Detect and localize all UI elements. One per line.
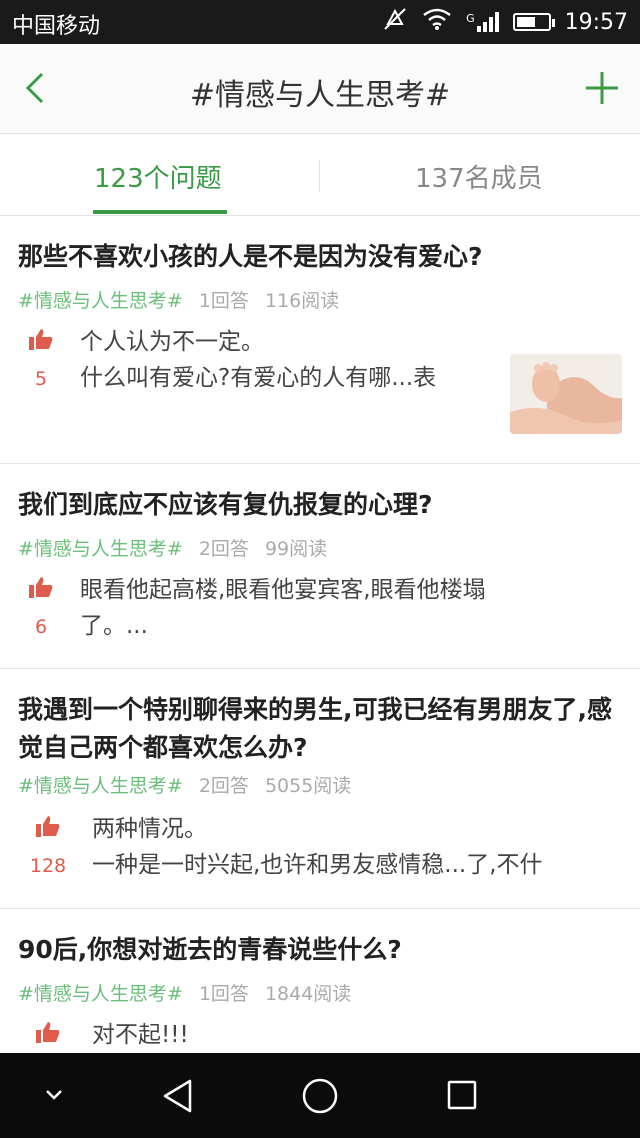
status-bar: 中国移动 G 19:57	[0, 0, 640, 44]
topic-tag[interactable]: #情感与人生思考#	[18, 538, 183, 560]
question-meta: #情感与人生思考# 1回答 116阅读	[18, 286, 355, 313]
plus-icon[interactable]	[582, 68, 622, 108]
answer-line[interactable]: 了。...	[80, 608, 620, 644]
read-count: 1844阅读	[264, 983, 352, 1005]
back-triangle-icon[interactable]	[160, 1077, 196, 1115]
thumbs-up-icon[interactable]	[36, 1021, 60, 1043]
mute-icon	[382, 6, 408, 38]
question-card[interactable]: 90后,你想对逝去的青春说些什么? #情感与人生思考# 1回答 1844阅读 对不起…	[0, 909, 640, 1053]
page-title: #情感与人生思考#	[189, 78, 451, 113]
status-icons: G 19:57	[382, 6, 628, 38]
topic-tag[interactable]: #情感与人生思考#	[18, 775, 183, 797]
clock: 19:57	[564, 9, 628, 35]
question-card[interactable]: 我们到底应不应该有复仇报复的心理? #情感与人生思考# 2回答 99阅读 6 眼看他…	[0, 464, 640, 669]
question-title[interactable]: 我们到底应不应该有复仇报复的心理?	[18, 486, 622, 524]
question-feed[interactable]: 那些不喜欢小孩的人是不是因为没有爱心? #情感与人生思考# 1回答 116阅读 5 …	[0, 216, 640, 1053]
tab-bar: 123个问题 137名成员	[0, 136, 640, 216]
question-meta: #情感与人生思考# 2回答 99阅读	[18, 534, 343, 561]
topic-tag[interactable]: #情感与人生思考#	[18, 290, 183, 312]
down-chevron-icon[interactable]	[42, 1085, 66, 1105]
network-badge: G	[466, 12, 475, 25]
read-count: 99阅读	[264, 538, 328, 560]
carrier-label: 中国移动	[12, 14, 101, 39]
read-count: 5055阅读	[264, 775, 352, 797]
answer-line[interactable]: 眼看他起高楼,眼看他宴宾客,眼看他楼塌	[80, 572, 620, 608]
tab-questions[interactable]: 123个问题	[94, 158, 222, 195]
signal-icon: G	[466, 12, 499, 32]
answer-line[interactable]: 两种情况。	[92, 811, 620, 847]
question-meta: #情感与人生思考# 1回答 1844阅读	[18, 979, 367, 1006]
like-count: 128	[29, 855, 67, 877]
wifi-icon	[422, 7, 452, 37]
recents-square-icon[interactable]	[446, 1079, 478, 1113]
answer-photo[interactable]	[510, 354, 622, 434]
home-circle-icon[interactable]	[300, 1076, 340, 1116]
question-title[interactable]: 那些不喜欢小孩的人是不是因为没有爱心?	[18, 238, 622, 276]
thumbs-up-icon[interactable]	[29, 576, 53, 598]
answer-line[interactable]: 对不起!!!	[92, 1017, 620, 1053]
read-count: 116阅读	[264, 290, 340, 312]
chevron-left-icon[interactable]	[18, 68, 58, 108]
tab-members[interactable]: 137名成员	[415, 158, 543, 195]
question-card[interactable]: 那些不喜欢小孩的人是不是因为没有爱心? #情感与人生思考# 1回答 116阅读 5 …	[0, 216, 640, 464]
answer-count: 2回答	[198, 775, 249, 797]
like-count: 6	[34, 616, 48, 638]
answer-count: 1回答	[198, 290, 249, 312]
answer-line[interactable]: 一种是一时兴起,也许和男友感情稳...了,不什	[92, 847, 622, 883]
tab-divider	[319, 160, 320, 192]
topic-tag[interactable]: #情感与人生思考#	[18, 983, 183, 1005]
question-title[interactable]: 90后,你想对逝去的青春说些什么?	[18, 931, 622, 969]
question-card[interactable]: 我遇到一个特别聊得来的男生,可我已经有男朋友了,感觉自己两个都喜欢怎么办? #情…	[0, 669, 640, 909]
question-meta: #情感与人生思考# 2回答 5055阅读	[18, 771, 367, 798]
like-count: 5	[34, 368, 48, 390]
answer-line[interactable]: 个人认为不一定。	[80, 324, 490, 360]
question-title[interactable]: 我遇到一个特别聊得来的男生,可我已经有男朋友了,感觉自己两个都喜欢怎么办?	[18, 691, 622, 767]
system-nav-bar	[0, 1053, 640, 1138]
answer-line[interactable]: 什么叫有爱心?有爱心的人有哪...表	[80, 360, 488, 396]
answer-count: 1回答	[198, 983, 249, 1005]
thumbs-up-icon[interactable]	[36, 815, 60, 837]
top-nav-bar: #情感与人生思考#	[0, 44, 640, 134]
answer-count: 2回答	[198, 538, 249, 560]
battery-icon	[512, 13, 555, 31]
active-tab-indicator	[93, 210, 227, 214]
thumbs-up-icon[interactable]	[29, 328, 53, 350]
